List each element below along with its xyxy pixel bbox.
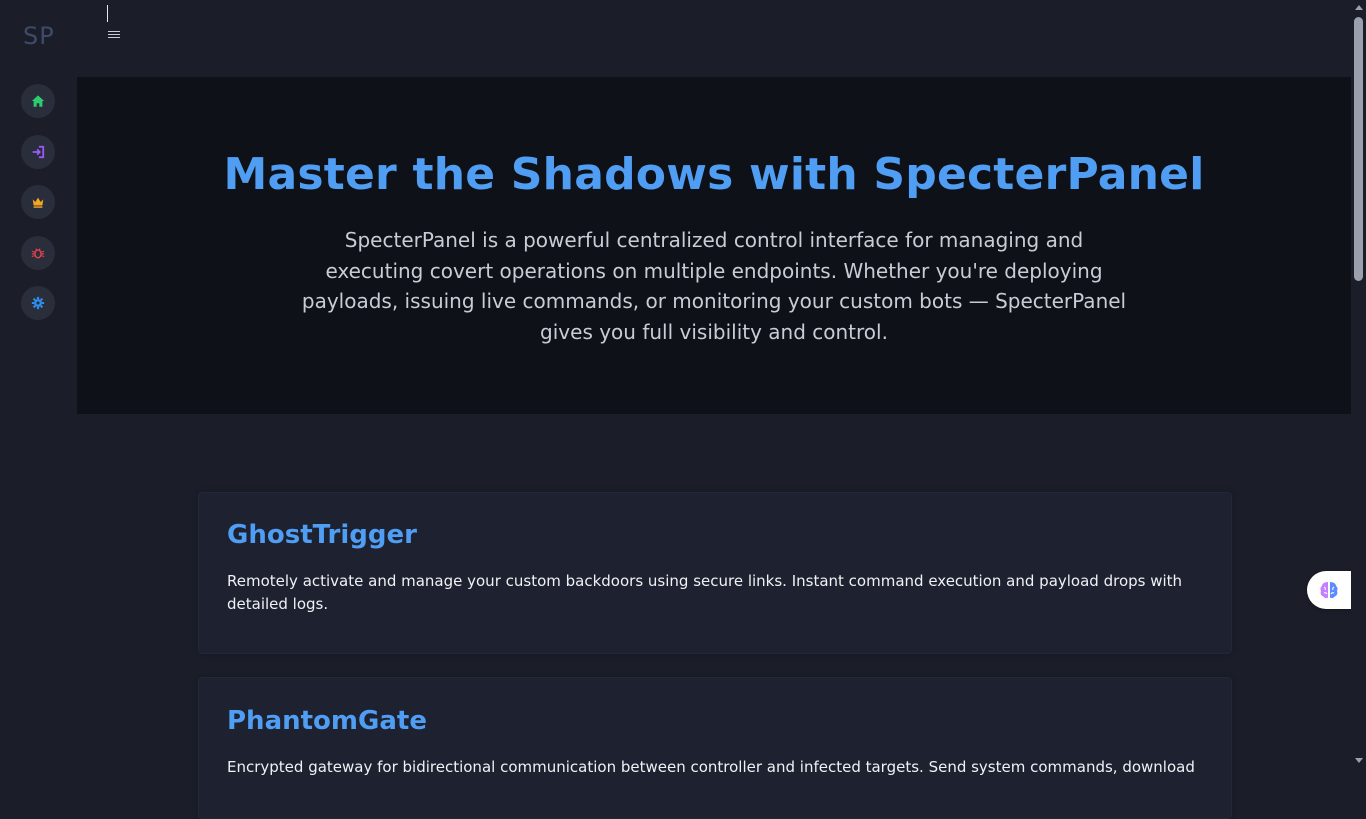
scroll-down-arrow-icon[interactable] bbox=[1355, 758, 1363, 763]
feature-title: GhostTrigger bbox=[227, 520, 417, 550]
text-cursor bbox=[107, 5, 108, 22]
gear-icon bbox=[31, 296, 45, 310]
home-icon bbox=[31, 95, 45, 107]
hero-title: Master the Shadows with SpecterPanel bbox=[223, 149, 1205, 200]
nav-settings-button[interactable] bbox=[21, 286, 55, 320]
hamburger-menu-icon[interactable] bbox=[108, 31, 120, 41]
nav-premium-button[interactable] bbox=[21, 185, 55, 219]
feature-title: PhantomGate bbox=[227, 706, 427, 736]
feature-description: Remotely activate and manage your custom… bbox=[227, 572, 1183, 613]
feature-card-ghosttrigger: GhostTrigger Remotely activate and manag… bbox=[198, 492, 1232, 654]
feature-card-phantomgate: PhantomGate Encrypted gateway for bidire… bbox=[198, 677, 1232, 819]
sign-in-icon bbox=[32, 145, 45, 159]
scroll-up-arrow-icon[interactable] bbox=[1355, 5, 1363, 10]
hero-description: SpecterPanel is a powerful centralized c… bbox=[301, 228, 1127, 344]
nav-login-button[interactable] bbox=[21, 135, 55, 169]
bug-icon bbox=[31, 248, 45, 259]
brain-icon bbox=[1320, 582, 1338, 599]
nav-bugs-button[interactable] bbox=[21, 236, 55, 270]
logo[interactable]: SP bbox=[23, 22, 55, 50]
vertical-scrollbar[interactable] bbox=[1351, 0, 1366, 768]
scrollbar-thumb[interactable] bbox=[1354, 17, 1363, 281]
assistant-button[interactable] bbox=[1307, 571, 1351, 609]
hero-section: Master the Shadows with SpecterPanel Spe… bbox=[77, 77, 1351, 414]
crown-icon bbox=[32, 197, 44, 208]
sidebar: SP bbox=[0, 0, 77, 768]
nav-home-button[interactable] bbox=[21, 84, 55, 118]
